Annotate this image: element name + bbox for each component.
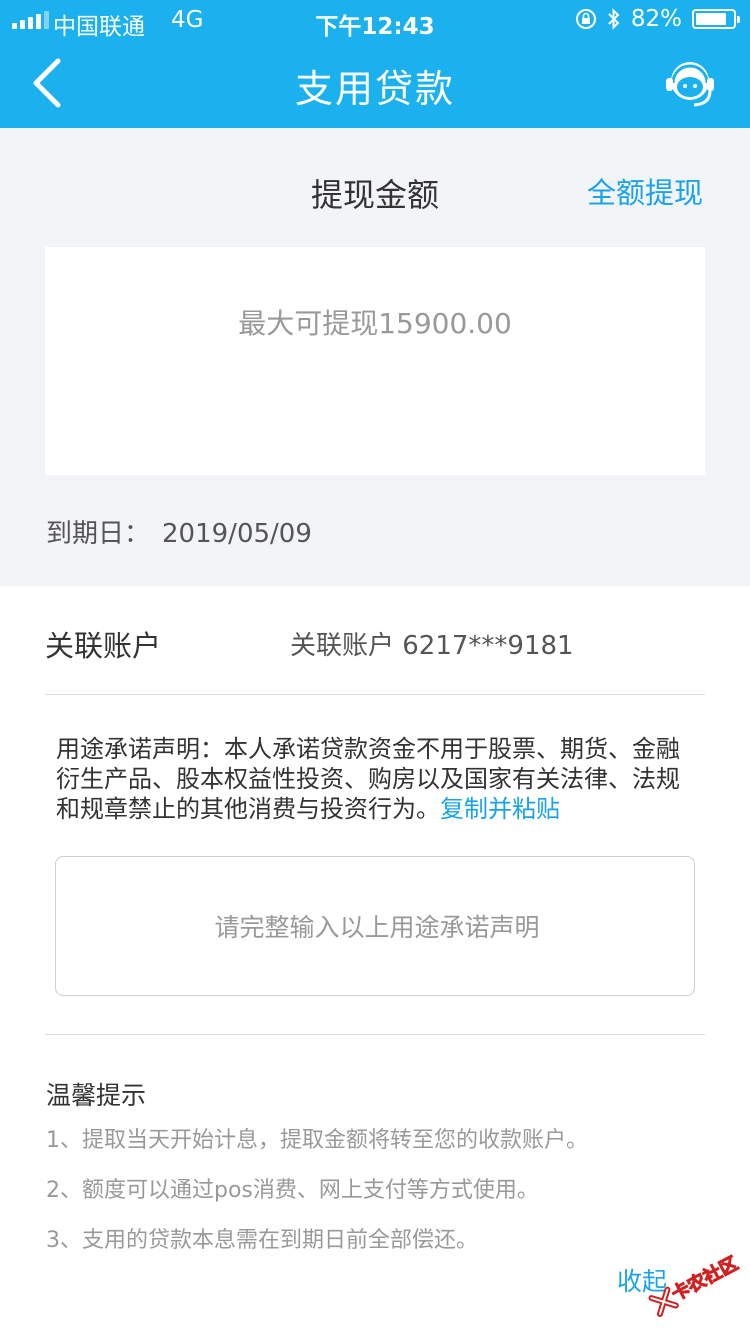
battery-level (696, 13, 726, 25)
declaration-input-box (55, 856, 698, 997)
customer-service-icon (666, 62, 714, 107)
due-date-row: 到期日： 2019/05/09 (46, 513, 312, 550)
declaration-text: 用途承诺声明：本人承诺贷款资金不用于股票、期货、金融衍生产品、股本权益性投资、购… (56, 735, 680, 823)
usage-declaration: 用途承诺声明：本人承诺贷款资金不用于股票、期货、金融衍生产品、股本权益性投资、购… (56, 734, 701, 824)
tip-item: 1、提取当天开始计息，提取金额将转至您的收款账户。 (46, 1128, 588, 1153)
page-title: 支用贷款 (294, 67, 455, 111)
battery-percent: 82% (630, 6, 682, 32)
watermark-text: 卡农社区 (668, 1253, 742, 1306)
tips-title: 温馨提示 (46, 1081, 147, 1110)
linked-account-value: 关联账户 6217***9181 (290, 631, 574, 661)
battery-icon (692, 9, 740, 29)
status-right-group: 82% (575, 6, 740, 32)
copy-paste-link[interactable]: 复制并粘贴 (440, 795, 560, 823)
linked-account-label: 关联账户 (45, 629, 162, 663)
due-date-value: 2019/05/09 (162, 519, 312, 549)
rotation-lock-icon (575, 8, 597, 30)
amount-input-box (45, 247, 705, 475)
tip-item: 2、额度可以通过pos消费、网上支付等方式使用。 (46, 1178, 539, 1203)
amount-input[interactable] (45, 247, 705, 475)
tip-item: 3、支用的贷款本息需在到期日前全部偿还。 (46, 1228, 478, 1253)
top-bar: 中国联通 4G 下午12:43 82% 支用贷款 (0, 0, 750, 128)
linked-account-row[interactable]: 关联账户 关联账户 6217***9181 (45, 586, 705, 695)
status-bar: 中国联通 4G 下午12:43 82% (0, 0, 750, 40)
bluetooth-icon (607, 8, 621, 30)
customer-service-button[interactable] (664, 56, 716, 112)
declaration-input[interactable] (56, 857, 698, 997)
amount-section: 提现金额 全额提现 到期日：2019/05/09 (0, 128, 750, 586)
section-divider (45, 1034, 705, 1035)
full-withdraw-link[interactable]: 全额提现 (587, 170, 703, 212)
due-date-label: 到期日： (46, 519, 151, 549)
watermark-logo: 卡农社区 (641, 1243, 750, 1334)
tips-list: 1、提取当天开始计息，提取金额将转至您的收款账户。 2、额度可以通过pos消费、… (46, 1126, 588, 1276)
